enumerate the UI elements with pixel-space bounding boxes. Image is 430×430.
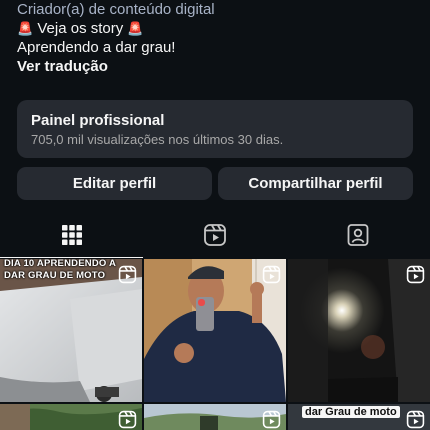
reel-badge-icon <box>118 410 137 429</box>
professional-dashboard-title: Painel profissional <box>31 112 165 129</box>
grid-post[interactable] <box>144 259 286 402</box>
profile-category[interactable]: Criador(a) de conteúdo digital <box>17 0 417 19</box>
grid-post[interactable] <box>288 259 430 402</box>
profile-tabs <box>0 212 430 258</box>
grid-post[interactable] <box>0 404 142 430</box>
bio-story-text: Veja os story <box>37 20 124 37</box>
share-profile-button[interactable]: Compartilhar perfil <box>218 167 413 200</box>
reels-icon <box>203 224 226 246</box>
reel-badge-icon <box>406 410 425 429</box>
reel-badge-icon <box>118 265 137 284</box>
post-caption: dar Grau de moto <box>302 406 400 418</box>
reel-badge-icon <box>262 410 281 429</box>
tab-reels[interactable] <box>143 212 286 258</box>
grid-icon <box>61 225 82 245</box>
post-caption-line: DAR GRAU DE MOTO <box>4 270 106 281</box>
bio-line-story: 🚨 Veja os story 🚨 <box>17 19 417 38</box>
reel-badge-icon <box>406 265 425 284</box>
grid-post[interactable]: DIA 10 APRENDENDO A DAR GRAU DE MOTO <box>0 259 142 402</box>
tab-tagged[interactable] <box>286 212 429 258</box>
edit-profile-button[interactable]: Editar perfil <box>17 167 212 200</box>
tagged-icon <box>347 224 368 246</box>
tab-posts-grid[interactable] <box>0 212 143 258</box>
grid-post[interactable] <box>144 404 286 430</box>
see-translation-link[interactable]: Ver tradução <box>17 57 417 76</box>
bio-line-grau: Aprendendo a dar grau! <box>17 39 176 56</box>
siren-emoji-icon: 🚨 <box>17 21 34 36</box>
posts-grid: DIA 10 APRENDENDO A DAR GRAU DE MOTO dar… <box>0 259 430 430</box>
grid-post[interactable]: dar Grau de moto <box>288 404 430 430</box>
siren-emoji-icon: 🚨 <box>127 21 144 36</box>
professional-dashboard-subtitle: 705,0 mil visualizações nos últimos 30 d… <box>31 132 284 147</box>
reel-badge-icon <box>262 265 281 284</box>
profile-bio: Criador(a) de conteúdo digital 🚨 Veja os… <box>17 0 417 76</box>
post-caption-line: DIA 10 APRENDENDO A <box>4 259 117 269</box>
active-tab-indicator <box>0 257 143 258</box>
professional-dashboard-card[interactable]: Painel profissional 705,0 mil visualizaç… <box>17 100 413 158</box>
